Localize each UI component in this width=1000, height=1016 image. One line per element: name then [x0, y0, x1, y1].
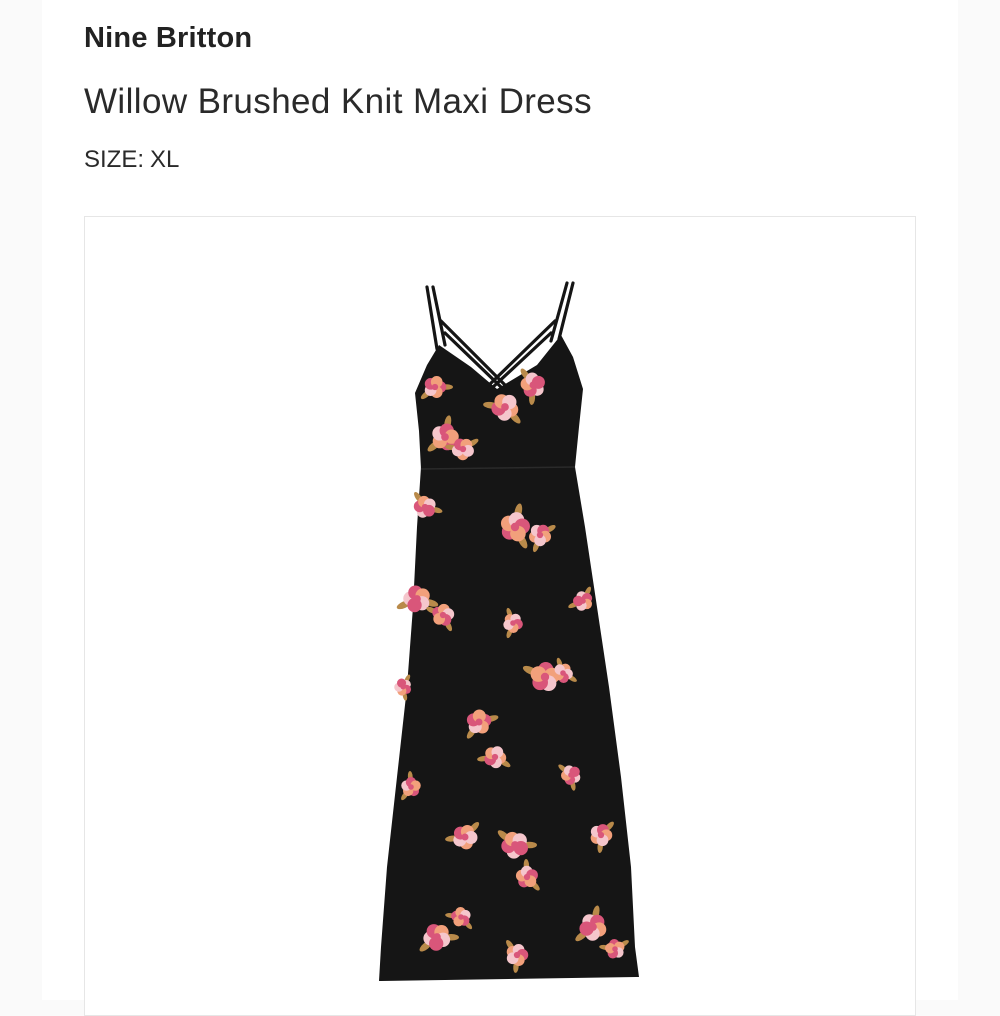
flower-center — [433, 933, 441, 941]
product-image[interactable] — [84, 216, 916, 1016]
flower-center — [510, 522, 520, 532]
flower-center — [560, 670, 566, 676]
flower-center — [568, 772, 574, 778]
flower-center — [461, 833, 469, 841]
flower-center — [491, 753, 499, 761]
dress-skirt — [379, 467, 639, 981]
flower-center — [421, 503, 429, 511]
flower-center — [475, 718, 483, 726]
flower-center — [441, 433, 449, 441]
flower-center — [400, 684, 406, 690]
flower-center — [408, 784, 414, 790]
flower-center — [597, 831, 605, 839]
size-value: XL — [150, 146, 180, 173]
product-detail-page: Nine Britton Willow Brushed Knit Maxi Dr… — [42, 0, 958, 1016]
flower-center — [589, 923, 597, 931]
flower-center — [513, 951, 521, 959]
flower-center — [431, 383, 439, 391]
flower-center — [540, 672, 550, 682]
flower-center — [439, 611, 447, 619]
flower-center — [529, 381, 537, 389]
size-info: SIZE: XL — [84, 146, 179, 174]
flower-center — [612, 946, 618, 952]
flower-center — [580, 598, 586, 604]
flower-center — [510, 620, 516, 626]
size-label: SIZE: — [84, 146, 145, 173]
flower-center — [523, 873, 531, 881]
flower-center — [511, 841, 519, 849]
flower-center — [458, 914, 464, 920]
flower-center — [536, 531, 544, 539]
brand-name[interactable]: Nine Britton — [84, 22, 252, 55]
flower-center — [459, 445, 467, 453]
flower-center — [413, 595, 421, 603]
dress-illustration — [379, 281, 639, 981]
product-title: Willow Brushed Knit Maxi Dress — [84, 82, 592, 121]
flower-center — [501, 403, 509, 411]
